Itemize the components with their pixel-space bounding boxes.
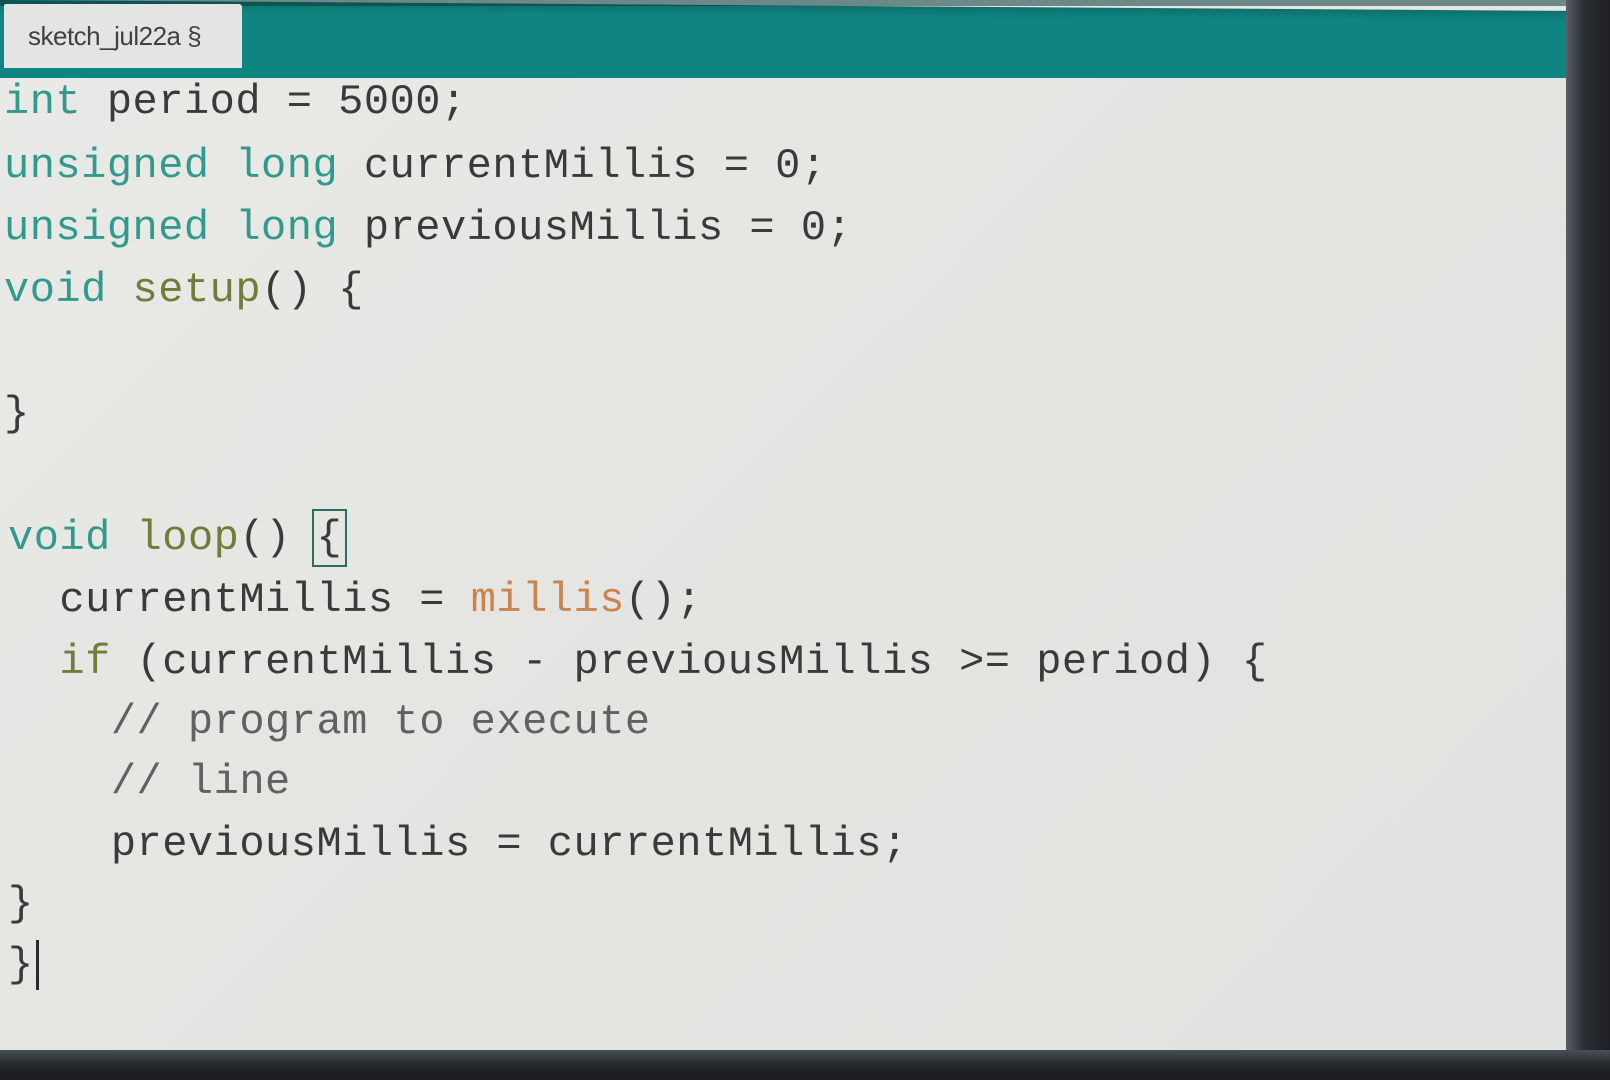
keyword-token: void — [8, 514, 111, 562]
code-token: currentMillis = 0; — [338, 142, 827, 190]
code-token: (currentMillis - previousMillis >= perio… — [110, 638, 1268, 686]
code-line[interactable]: previousMillis = currentMillis; — [8, 820, 908, 868]
comment-token: // program to execute — [8, 698, 651, 746]
code-token: currentMillis = — [8, 576, 471, 624]
code-line[interactable]: // program to execute — [8, 698, 651, 746]
code-line[interactable]: int period = 5000; — [4, 78, 467, 126]
code-line[interactable]: unsigned long currentMillis = 0; — [4, 142, 827, 190]
text-cursor — [35, 940, 39, 990]
code-line[interactable]: } — [4, 390, 30, 438]
code-line[interactable]: // line — [8, 758, 291, 806]
keyword-token: void — [4, 266, 107, 314]
code-line[interactable]: void setup() { — [4, 266, 364, 314]
code-line[interactable]: } — [8, 880, 34, 928]
keyword-token: int — [4, 78, 82, 126]
code-line[interactable]: } — [8, 940, 39, 990]
code-token: previousMillis = currentMillis; — [8, 820, 908, 868]
keyword-token: unsigned long — [4, 204, 339, 252]
function-token: setup — [132, 266, 262, 314]
code-token: () { — [261, 266, 364, 314]
function-token: if — [59, 638, 111, 686]
code-line[interactable]: currentMillis = millis(); — [8, 576, 702, 624]
code-token: period = 5000; — [81, 78, 467, 126]
monitor-bezel-bottom — [0, 1050, 1610, 1080]
matched-bracket: { — [311, 509, 348, 567]
code-token: } — [8, 941, 34, 990]
builtin-token: millis — [470, 576, 625, 624]
code-token: } — [8, 880, 34, 928]
tab-label: sketch_jul22a § — [28, 20, 202, 51]
code-line[interactable]: unsigned long previousMillis = 0; — [4, 204, 852, 252]
arduino-ide-window: sketch_jul22a § int period = 5000; unsign… — [0, 0, 1566, 1050]
code-line[interactable]: if (currentMillis - previousMillis >= pe… — [8, 638, 1268, 686]
comment-token: // line — [8, 758, 291, 806]
code-editor[interactable]: int period = 5000; unsigned long currentM… — [0, 78, 1566, 1050]
code-token: } — [4, 390, 30, 438]
code-line[interactable]: void loop() { — [8, 509, 348, 567]
tab-sketch[interactable]: sketch_jul22a § — [4, 4, 242, 68]
keyword-token: unsigned long — [4, 142, 339, 190]
code-token: () — [239, 514, 317, 562]
monitor-bezel-right — [1566, 0, 1610, 1080]
code-token: previousMillis = 0; — [338, 204, 853, 252]
function-token: loop — [136, 514, 240, 562]
code-token: (); — [624, 576, 703, 624]
